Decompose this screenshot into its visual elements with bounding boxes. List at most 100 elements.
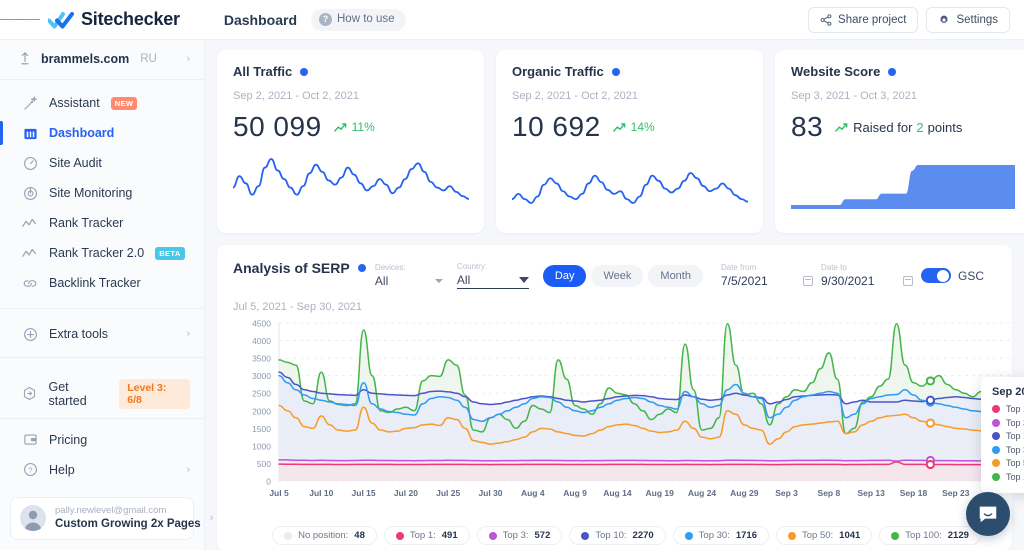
- card-title-row: All Traffic: [233, 64, 468, 79]
- svg-text:Aug 4: Aug 4: [521, 488, 545, 498]
- legend-label: Top 3:: [502, 530, 529, 541]
- legend-dot: [787, 531, 796, 540]
- card-organic-traffic: Organic Traffic Sep 2, 2021 - Oct 2, 202…: [496, 50, 763, 233]
- country-select[interactable]: Country: All: [456, 262, 529, 289]
- serp-controls: Devices: All Country: All Day Week Month…: [375, 260, 996, 289]
- plus-circle-icon: [22, 326, 38, 342]
- date-to-value: 9/30/2021: [820, 274, 875, 288]
- tooltip-label: Top 1: 544: [1006, 404, 1024, 414]
- tooltip-label: Top 50: 1870: [1006, 458, 1024, 468]
- tooltip-row: Top 10: 2250: [992, 431, 1024, 441]
- legend-dot: [395, 531, 404, 540]
- radar-icon: [22, 185, 38, 201]
- sidebar-site-selector[interactable]: brammels.com RU ›: [0, 40, 204, 80]
- info-icon[interactable]: [611, 67, 620, 76]
- date-to-row: 9/30/2021: [821, 274, 913, 288]
- chat-widget-button[interactable]: [966, 492, 1010, 536]
- tooltip-date: Sep 20: [992, 386, 1024, 398]
- legend-item-top-3[interactable]: Top 3: 572: [476, 526, 563, 545]
- svg-text:2500: 2500: [252, 389, 271, 399]
- sidebar-item-label: Backlink Tracker: [49, 276, 141, 290]
- avatar: [20, 505, 46, 532]
- sidebar-item-site-audit[interactable]: Site Audit: [0, 148, 204, 178]
- legend-item-top-100[interactable]: Top 100: 2129: [879, 526, 981, 545]
- card-value: 50 099: [233, 111, 322, 142]
- tooltip-label: Top 100: 4476: [1006, 471, 1024, 482]
- chevron-down-icon: [518, 277, 529, 283]
- checkmark-logo-icon: [48, 11, 74, 28]
- how-to-use-label: How to use: [337, 13, 395, 25]
- sidebar-item-rank-tracker-2[interactable]: Rank Tracker 2.0 BETA: [0, 238, 204, 268]
- devices-select[interactable]: Devices: All: [375, 263, 443, 288]
- legend-item-top-30[interactable]: Top 30: 1716: [672, 526, 769, 545]
- date-from-field[interactable]: Date from 7/5/2021: [721, 263, 813, 288]
- sidebar-item-backlink-tracker[interactable]: Backlink Tracker: [0, 268, 204, 298]
- gsc-toggle[interactable]: [920, 268, 951, 283]
- devices-value: All: [374, 274, 389, 288]
- sidebar-item-assistant[interactable]: Assistant NEW: [0, 88, 204, 118]
- svg-text:3500: 3500: [252, 354, 271, 364]
- calendar-icon[interactable]: [802, 276, 813, 286]
- settings-button[interactable]: Settings: [926, 6, 1010, 33]
- serp-title-row: Analysis of SERP: [233, 260, 366, 276]
- sidebar-item-dashboard[interactable]: Dashboard: [0, 118, 204, 148]
- card-website-score: Website Score Sep 3, 2021 - Oct 3, 2021 …: [775, 50, 1024, 233]
- chevron-right-icon: ›: [186, 328, 190, 340]
- calendar-icon[interactable]: [902, 276, 913, 286]
- country-label: Country:: [456, 262, 488, 271]
- sidebar-item-get-started[interactable]: Get started Level 3: 6/8: [0, 370, 204, 419]
- svg-text:Jul 5: Jul 5: [269, 488, 289, 498]
- date-to-field[interactable]: Date to 9/30/2021: [821, 263, 913, 288]
- dashboard-bars-icon: [22, 125, 38, 141]
- period-week[interactable]: Week: [591, 264, 644, 287]
- sidebar-item-pricing[interactable]: Pricing: [0, 425, 204, 455]
- page-title: Dashboard: [223, 11, 297, 28]
- date-from-value: 7/5/2021: [720, 274, 768, 288]
- sidebar-item-site-monitoring[interactable]: Site Monitoring: [0, 178, 204, 208]
- legend-item-top-10[interactable]: Top 10: 2270: [569, 526, 666, 545]
- trend-up-icon: [333, 122, 346, 132]
- svg-text:Aug 19: Aug 19: [646, 488, 675, 498]
- legend-item-top-50[interactable]: Top 50: 1041: [775, 526, 873, 545]
- country-value-row: All: [457, 273, 529, 287]
- legend-value: 1041: [839, 530, 861, 541]
- legend-label: No position:: [298, 530, 349, 541]
- app-root: Sitechecker Dashboard ? How to use Share…: [0, 0, 1024, 550]
- period-month[interactable]: Month: [648, 264, 703, 287]
- info-icon[interactable]: [300, 67, 309, 76]
- hamburger-menu-icon[interactable]: [0, 16, 40, 22]
- sidebar-item-help[interactable]: ? Help ›: [0, 455, 204, 485]
- period-day[interactable]: Day: [542, 264, 587, 287]
- tooltip-row: Top 100: 4476: [992, 472, 1024, 482]
- svg-text:Aug 9: Aug 9: [563, 488, 587, 498]
- serp-date-range: Jul 5, 2021 - Sep 30, 2021: [233, 301, 363, 313]
- link-icon: [22, 275, 38, 291]
- legend-item-top-1[interactable]: Top 1: 491: [383, 526, 470, 545]
- tooltip-label: Top 30: 2465: [1006, 444, 1024, 455]
- svg-text:Aug 24: Aug 24: [688, 488, 717, 498]
- legend-item-no-position[interactable]: No position: 48: [272, 526, 377, 545]
- chevron-down-icon: [434, 279, 443, 283]
- svg-text:1000: 1000: [252, 441, 271, 451]
- svg-text:?: ?: [28, 466, 32, 475]
- user-account-box[interactable]: pally.newlevel@gmail.com Custom Growing …: [10, 496, 213, 540]
- legend-value: 1716: [735, 530, 757, 541]
- info-icon[interactable]: [888, 67, 897, 76]
- legend-dot: [581, 531, 590, 540]
- sidebar-bottom-group: Pricing ? Help ›: [0, 419, 204, 491]
- card-delta: 11%: [333, 120, 375, 134]
- sidebar-item-extra-tools[interactable]: Extra tools ›: [0, 319, 204, 349]
- share-project-button[interactable]: Share project: [808, 6, 919, 33]
- svg-text:Jul 10: Jul 10: [309, 488, 333, 498]
- sidebar-item-rank-tracker[interactable]: Rank Tracker: [0, 208, 204, 238]
- brand-logo[interactable]: Sitechecker: [48, 9, 180, 30]
- serp-chart-svg[interactable]: 0 500 1000 1500 2000 2500 3000 3500 4000 4500 Jul …: [233, 317, 1021, 507]
- svg-text:Aug 14: Aug 14: [603, 488, 632, 498]
- info-icon[interactable]: [357, 264, 366, 272]
- devices-value-row: All: [375, 274, 443, 288]
- how-to-use-button[interactable]: ? How to use: [311, 8, 406, 31]
- series-dot-top100: [992, 472, 1000, 481]
- legend-dot: [684, 531, 693, 540]
- site-language: RU: [140, 53, 157, 65]
- serp-panel: Analysis of SERP Devices: All Country: A…: [217, 245, 1024, 550]
